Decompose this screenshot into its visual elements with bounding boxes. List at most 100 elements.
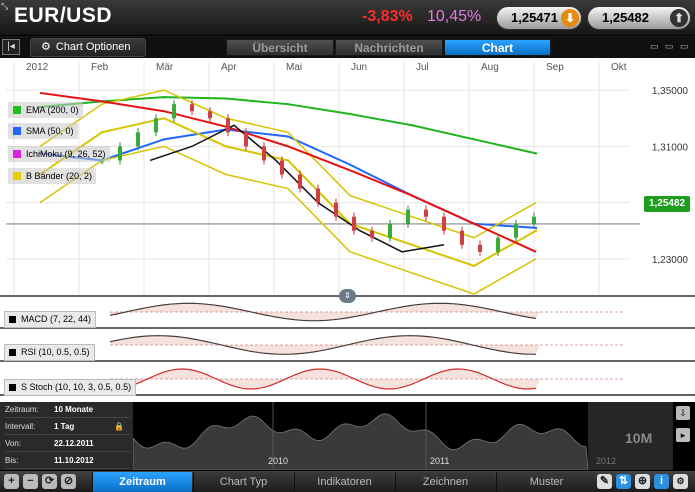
range-label: Zeitraum: <box>5 405 39 414</box>
indicator-fill-0 <box>110 303 540 321</box>
bollinger-upper <box>39 89 537 239</box>
candle <box>172 104 176 119</box>
legend-swatch <box>13 150 21 158</box>
window-controls-icon[interactable]: ▭ ▭ ▭ <box>650 41 691 52</box>
legend-ichimoku[interactable]: IchiMoku (9, 26, 52) <box>8 146 110 162</box>
month-tick-label: Mai <box>286 62 302 73</box>
legend-bollinger-label: B Bänder (20, 2) <box>26 171 93 181</box>
candle <box>136 132 140 147</box>
scroll-right-icon[interactable]: ▸ <box>676 428 690 442</box>
tab-chart[interactable]: Chart <box>444 39 551 56</box>
interval-value[interactable]: 1 Tag <box>54 422 74 431</box>
zoom-in-icon[interactable]: + <box>4 474 19 489</box>
collapse-panel-button[interactable]: |◂ <box>2 39 20 55</box>
ask-price: 1,25482 <box>602 10 649 25</box>
month-tick-label: 2012 <box>26 62 49 73</box>
month-tick-label: Aug <box>481 62 499 73</box>
legend-sma-label: SMA (50, 0) <box>26 126 74 136</box>
drag-handle-icon[interactable]: ⇕ <box>339 289 356 303</box>
indicator-rsi-text: RSI (10, 0.5, 0.5) <box>21 347 90 357</box>
legend-sma[interactable]: SMA (50, 0) <box>8 123 78 139</box>
navigator-overview-chart[interactable] <box>133 402 673 470</box>
series-point <box>162 117 166 120</box>
resize-icon[interactable]: ⤡ <box>1 1 8 12</box>
candle <box>424 209 428 217</box>
legend-swatch <box>13 172 21 180</box>
to-row: Bis: 11.10.2012 <box>5 453 130 469</box>
tab-indicators[interactable]: Indikatoren <box>294 472 394 492</box>
month-tick-label: Apr <box>221 62 237 73</box>
candle <box>244 132 248 147</box>
tab-drawing[interactable]: Zeichnen <box>395 472 495 492</box>
nav-year-2011: 2011 <box>430 456 450 466</box>
month-tick-label: Sep <box>546 62 564 73</box>
info-icon[interactable]: i <box>654 474 669 489</box>
y-tick-label: 1,35000 <box>652 86 689 97</box>
candle <box>226 118 230 133</box>
series-point <box>472 138 476 141</box>
ask-button[interactable]: 1,25482 ⬆ <box>587 6 691 30</box>
series-point <box>286 159 290 162</box>
currency-pair-title: EUR/USD <box>14 4 113 27</box>
crosshair-icon[interactable]: ⊕ <box>635 474 650 489</box>
series-point <box>286 102 290 106</box>
settings-icon[interactable]: ⚙ <box>673 474 688 489</box>
legend-swatch <box>13 106 21 114</box>
chart-options-button[interactable]: ⚙ Chart Optionen <box>30 38 146 57</box>
bid-price: 1,25471 <box>511 10 558 25</box>
time-navigator[interactable]: Zeitraum: 10 Monate Intervall: 1 Tag 🔒 Von:… <box>0 402 695 470</box>
candle <box>208 111 212 119</box>
range-value: 10 Monate <box>54 405 94 414</box>
candle <box>118 146 122 161</box>
interval-label: Intervall: <box>5 422 36 431</box>
arrow-down-icon: ⬇ <box>561 9 579 27</box>
tab-overview[interactable]: Übersicht <box>226 39 334 56</box>
tab-news[interactable]: Nachrichten <box>335 39 443 56</box>
price-chart[interactable]: 2012 Feb Mär Apr Mai Jun Jul Aug Sep Okt 1,35000 1,… <box>0 58 695 402</box>
candle <box>334 202 338 217</box>
sync-icon[interactable]: ⇅ <box>616 474 631 489</box>
series-point <box>534 229 538 232</box>
candle <box>496 237 500 252</box>
series-point <box>100 131 104 134</box>
tab-zeitraum[interactable]: Zeitraum <box>92 472 192 492</box>
candle <box>532 216 536 224</box>
indicator-stoch-label[interactable]: S Stoch (10, 10, 3, 0.5, 0.5) <box>4 379 137 396</box>
zoom-out-icon[interactable]: − <box>23 474 38 489</box>
candle <box>262 146 266 161</box>
candle <box>460 230 464 245</box>
candle <box>154 118 158 133</box>
indicator-rsi-label[interactable]: RSI (10, 0.5, 0.5) <box>4 344 95 361</box>
bottom-toolbar: + − ⟳ ⊘ Zeitraum Chart Typ Indikatoren Z… <box>0 470 695 492</box>
legend-bollinger[interactable]: B Bänder (20, 2) <box>8 168 97 184</box>
lock-icon[interactable]: 🔒 <box>114 419 124 435</box>
interval-row[interactable]: Intervall: 1 Tag 🔒 <box>5 419 130 435</box>
reset-icon[interactable]: ⟳ <box>42 474 57 489</box>
legend-ema[interactable]: EMA (200, 0) <box>8 102 83 118</box>
tab-bar: |◂ ⚙ Chart Optionen Übersicht Nachrichten… <box>0 37 695 58</box>
tab-chart-type[interactable]: Chart Typ <box>193 472 293 492</box>
series-line-1 <box>39 128 537 229</box>
bid-button[interactable]: 1,25471 ⬇ <box>496 6 582 30</box>
y-tick-label: 1,31000 <box>652 142 689 153</box>
remove-icon[interactable]: ⊘ <box>61 474 76 489</box>
gear-icon: ⚙ <box>41 41 51 53</box>
download-icon[interactable]: ⇩ <box>676 406 690 420</box>
to-label: Bis: <box>5 456 19 465</box>
series-point <box>224 97 228 100</box>
arrow-up-icon: ⬆ <box>670 9 688 27</box>
range-row: Zeitraum: 10 Monate <box>5 402 130 418</box>
quote-header: ⤡ EUR/USD -3,83% 10,45% 1,25471 ⬇ 1,2548… <box>0 0 695 36</box>
pencil-icon[interactable]: ✎ <box>597 474 612 489</box>
series-point <box>410 243 414 246</box>
series-point <box>348 163 352 166</box>
month-tick-label: Jul <box>416 62 429 73</box>
candle <box>298 174 302 189</box>
bollinger-lower <box>39 145 537 295</box>
legend-swatch <box>13 127 21 135</box>
series-point <box>348 112 352 116</box>
indicator-macd-label[interactable]: MACD (7, 22, 44) <box>4 311 97 328</box>
candle <box>280 160 284 175</box>
chart-panel[interactable]: 2012 Feb Mär Apr Mai Jun Jul Aug Sep Okt 1,35000 1,… <box>0 58 695 402</box>
tab-patterns[interactable]: Muster <box>496 472 596 492</box>
